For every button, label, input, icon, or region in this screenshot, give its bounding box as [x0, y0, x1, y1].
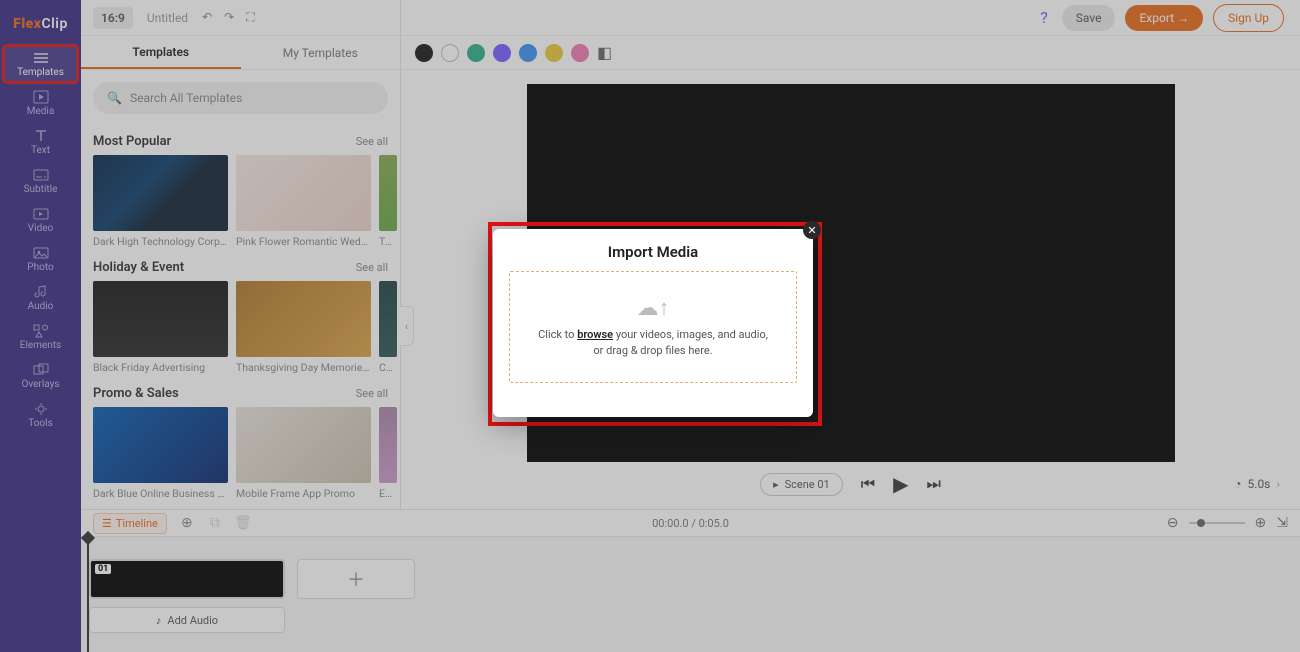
dropzone-text: Click to browse your videos, images, and…	[536, 327, 770, 359]
import-media-modal: ✕ Import Media ☁↑ Click to browse your v…	[493, 229, 813, 417]
upload-cloud-icon: ☁↑	[637, 295, 670, 321]
close-icon[interactable]: ✕	[803, 221, 821, 239]
file-dropzone[interactable]: ☁↑ Click to browse your videos, images, …	[509, 271, 797, 383]
modal-title: Import Media	[509, 243, 797, 261]
